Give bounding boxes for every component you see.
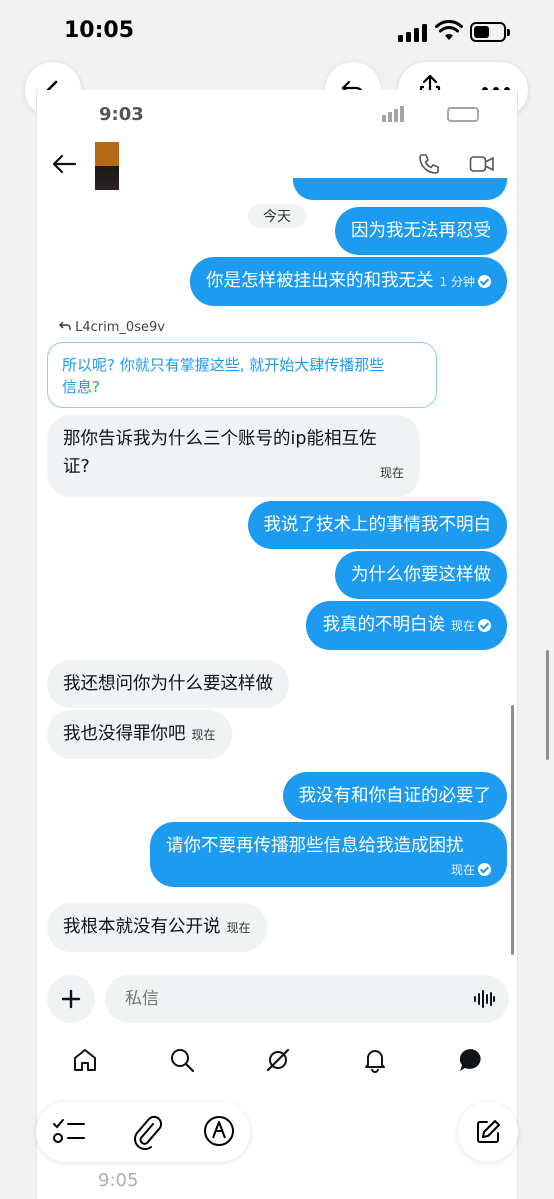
reply-to-label: L4crim_0se9v bbox=[59, 320, 165, 335]
compose-button[interactable] bbox=[458, 1102, 518, 1162]
attach-button[interactable] bbox=[131, 1114, 163, 1154]
add-attachment-button[interactable] bbox=[47, 975, 95, 1023]
message-bubble[interactable]: 为什么你要这样做 bbox=[335, 551, 507, 599]
message-bubble[interactable]: 你是怎样被挂出来的和我无关 1 分钟 bbox=[190, 257, 507, 306]
tab-messages[interactable] bbox=[446, 1035, 496, 1085]
read-check-icon bbox=[478, 619, 491, 632]
checklist-button[interactable] bbox=[52, 1116, 86, 1152]
inner-status-time: 9:03 bbox=[99, 104, 144, 125]
message-bubble[interactable]: 我没有和你自证的必要了 bbox=[282, 772, 507, 820]
tab-home[interactable] bbox=[60, 1035, 110, 1085]
quoted-text-line1: 所以呢? 你就只有掌握这些, 就开始大肆传播那些 bbox=[62, 356, 385, 374]
message-text: 因为我无法再忍受 bbox=[351, 221, 491, 241]
inner-status-icons bbox=[382, 106, 479, 122]
checklist-icon bbox=[53, 1119, 85, 1143]
paperclip-icon bbox=[134, 1115, 163, 1150]
message-text: 我还想问你为什么要这样做 bbox=[63, 674, 273, 694]
phone-icon[interactable] bbox=[417, 152, 441, 176]
plus-icon bbox=[61, 989, 81, 1009]
video-icon[interactable] bbox=[469, 153, 495, 175]
markup-button[interactable] bbox=[202, 1114, 236, 1152]
partial-message-bubble bbox=[293, 178, 507, 200]
message-text: 你是怎样被挂出来的和我无关 bbox=[206, 271, 434, 291]
message-bubble[interactable]: 我根本就没有公开说 现在 bbox=[47, 903, 267, 952]
message-text: 我根本就没有公开说 bbox=[63, 917, 221, 937]
reply-to-username: L4crim_0se9v bbox=[75, 320, 165, 335]
dm-screenshot: 9:03 今天 因为我无法再忍受 你是怎样被挂出来的和我无关 1 分钟 L4cri… bbox=[36, 90, 518, 1199]
message-time: 1 分钟 bbox=[439, 275, 475, 289]
message-text: 那你告诉我为什么三个账号的ip能相互佐 bbox=[63, 429, 377, 449]
message-bubble[interactable]: 我也没得罪你吧 现在 bbox=[47, 710, 232, 759]
status-bar: 10:05 bbox=[0, 0, 554, 62]
markup-toolbar bbox=[36, 1102, 250, 1162]
day-label: 今天 bbox=[248, 204, 306, 228]
read-check-icon bbox=[478, 863, 491, 876]
markup-icon bbox=[204, 1116, 234, 1146]
tab-search[interactable] bbox=[157, 1035, 207, 1085]
read-check-icon bbox=[478, 275, 491, 288]
message-text: 我也没得罪你吧 bbox=[63, 724, 186, 744]
message-time: 现在 bbox=[226, 921, 251, 935]
messages-icon bbox=[459, 1048, 481, 1071]
message-text: 我没有和你自证的必要了 bbox=[298, 786, 492, 806]
message-composer bbox=[105, 975, 509, 1023]
tab-bar bbox=[37, 1035, 517, 1085]
tab-notifications[interactable] bbox=[350, 1035, 400, 1085]
message-time: 现在 bbox=[450, 863, 475, 877]
wifi-icon bbox=[435, 20, 463, 40]
bell-icon bbox=[365, 1050, 385, 1073]
next-screenshot-time: 9:05 bbox=[98, 1170, 139, 1191]
message-text-cont: 证? bbox=[63, 457, 90, 477]
message-bubble[interactable]: 请你不要再传播那些信息给我造成困扰 现在 bbox=[150, 822, 507, 887]
message-input[interactable] bbox=[123, 975, 453, 1023]
message-bubble[interactable]: 我真的不明白诶 现在 bbox=[306, 601, 507, 650]
message-time: 现在 bbox=[191, 728, 216, 742]
message-time: 现在 bbox=[379, 466, 404, 480]
battery-icon bbox=[470, 22, 510, 42]
message-text: 我说了技术上的事情我不明白 bbox=[263, 515, 492, 535]
message-bubble[interactable]: 因为我无法再忍受 bbox=[335, 207, 507, 255]
message-bubble[interactable]: 我还想问你为什么要这样做 bbox=[47, 660, 289, 708]
message-text: 为什么你要这样做 bbox=[351, 565, 491, 585]
message-bubble[interactable]: 那你告诉我为什么三个账号的ip能相互佐 证? 现在 bbox=[47, 415, 420, 497]
avatar[interactable] bbox=[95, 142, 119, 190]
quoted-message[interactable]: 所以呢? 你就只有掌握这些, 就开始大肆传播那些 信息? bbox=[47, 342, 437, 408]
compose-icon bbox=[477, 1120, 500, 1143]
page-scrollbar[interactable] bbox=[546, 650, 549, 760]
quoted-text-line2: 信息? bbox=[62, 378, 100, 396]
voice-icon[interactable] bbox=[473, 989, 495, 1009]
tab-grok[interactable] bbox=[253, 1035, 303, 1085]
scrollbar[interactable] bbox=[511, 705, 514, 955]
message-bubble[interactable]: 我说了技术上的事情我不明白 bbox=[247, 501, 507, 549]
message-time: 现在 bbox=[450, 619, 475, 633]
search-icon bbox=[171, 1049, 195, 1073]
reply-arrow-icon bbox=[59, 321, 71, 330]
message-text: 请你不要再传播那些信息给我造成困扰 bbox=[166, 836, 464, 856]
grok-icon bbox=[266, 1048, 290, 1072]
message-text: 我真的不明白诶 bbox=[322, 615, 445, 635]
status-time: 10:05 bbox=[64, 18, 135, 43]
back-arrow-icon[interactable] bbox=[51, 152, 77, 176]
signal-icon bbox=[398, 24, 428, 42]
home-icon bbox=[74, 1049, 96, 1071]
